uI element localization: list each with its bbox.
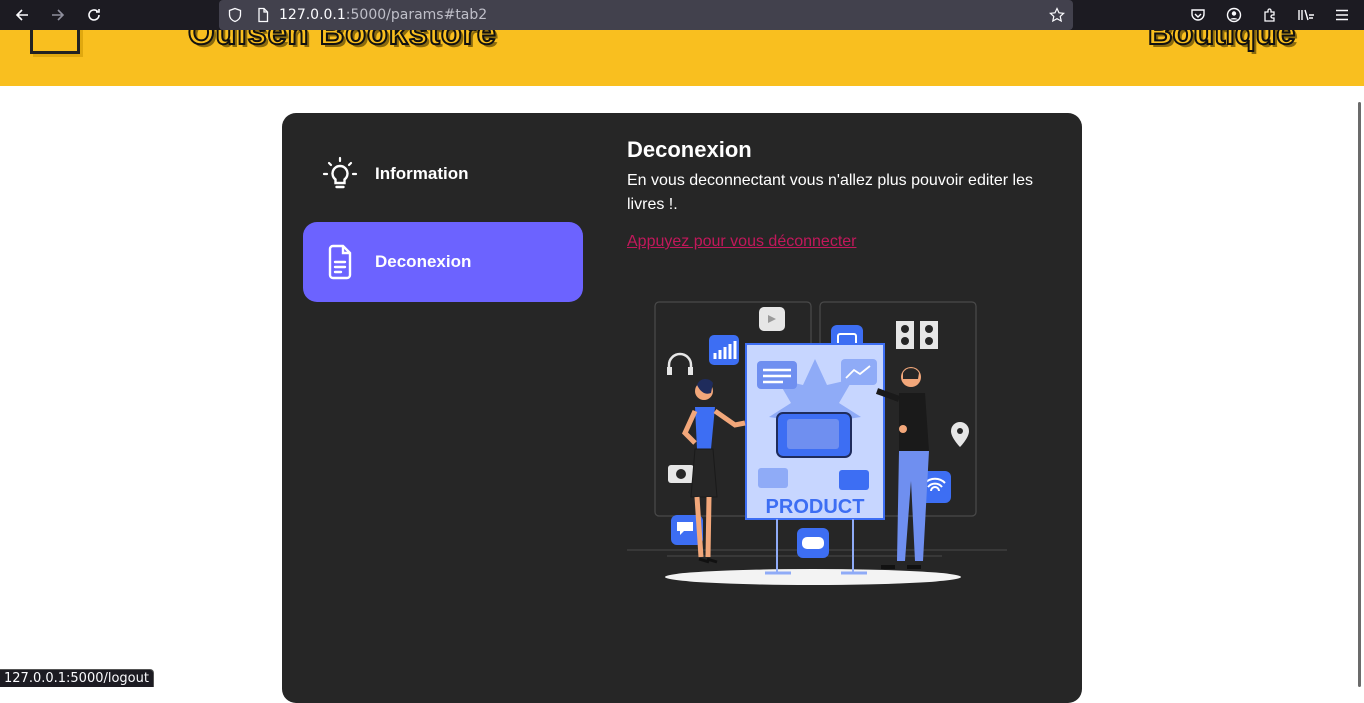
- page-scrollbar[interactable]: [1358, 102, 1361, 687]
- account-button[interactable]: [1216, 0, 1252, 30]
- content-text: En vous deconnectant vous n'allez plus p…: [627, 172, 1033, 213]
- star-icon[interactable]: [1049, 7, 1065, 23]
- hamburger-icon: [1336, 9, 1348, 21]
- status-url-tooltip: 127.0.0.1:5000/logout: [0, 669, 154, 687]
- back-button[interactable]: [4, 0, 40, 30]
- library-icon: [1298, 9, 1314, 21]
- url-path: :5000/params#tab2: [345, 7, 488, 23]
- document-icon: [321, 243, 359, 281]
- pocket-button[interactable]: [1180, 0, 1216, 30]
- arrow-left-icon: [15, 9, 28, 21]
- browser-toolbar: 127.0.0.1:5000/params#tab2: [0, 0, 1364, 30]
- pocket-icon: [1191, 9, 1205, 21]
- extensions-button[interactable]: [1252, 0, 1288, 30]
- reload-button[interactable]: [76, 0, 112, 30]
- arrow-right-icon: [52, 9, 65, 21]
- nav-link-boutique[interactable]: Boutique: [1147, 30, 1296, 53]
- product-illustration: PRODUCT: [627, 301, 1007, 585]
- menu-button[interactable]: [1324, 0, 1360, 30]
- site-title[interactable]: Oulsen Bookstore: [187, 30, 497, 53]
- url-text: 127.0.0.1:5000/params#tab2: [279, 7, 487, 23]
- url-host: 127.0.0.1: [279, 7, 346, 23]
- toolbar-right: [1180, 0, 1364, 30]
- tab-content: Deconexion En vous deconnectant vous n'a…: [627, 137, 1057, 251]
- tab-deconnexion[interactable]: Deconexion: [303, 222, 583, 302]
- tab-information[interactable]: Information: [303, 134, 583, 214]
- address-bar[interactable]: 127.0.0.1:5000/params#tab2: [219, 0, 1073, 30]
- page-icon: [258, 7, 269, 23]
- site-logo[interactable]: [30, 30, 80, 54]
- board-text: PRODUCT: [766, 496, 865, 518]
- tab-label: Information: [375, 164, 469, 183]
- reload-icon: [88, 9, 100, 21]
- shield-icon: [228, 7, 242, 23]
- library-button[interactable]: [1288, 0, 1324, 30]
- puzzle-icon: [1264, 8, 1275, 22]
- site-header: Oulsen Bookstore Boutique: [0, 30, 1364, 86]
- settings-card: Information Deconexion Deconexion En vou…: [282, 113, 1082, 703]
- lightbulb-icon: [321, 155, 359, 193]
- tab-label: Deconexion: [375, 252, 472, 271]
- logout-link[interactable]: Appuyez pour vous déconnecter: [627, 233, 856, 251]
- content-title: Deconexion: [627, 137, 752, 162]
- account-icon: [1226, 7, 1242, 23]
- forward-button[interactable]: [40, 0, 76, 30]
